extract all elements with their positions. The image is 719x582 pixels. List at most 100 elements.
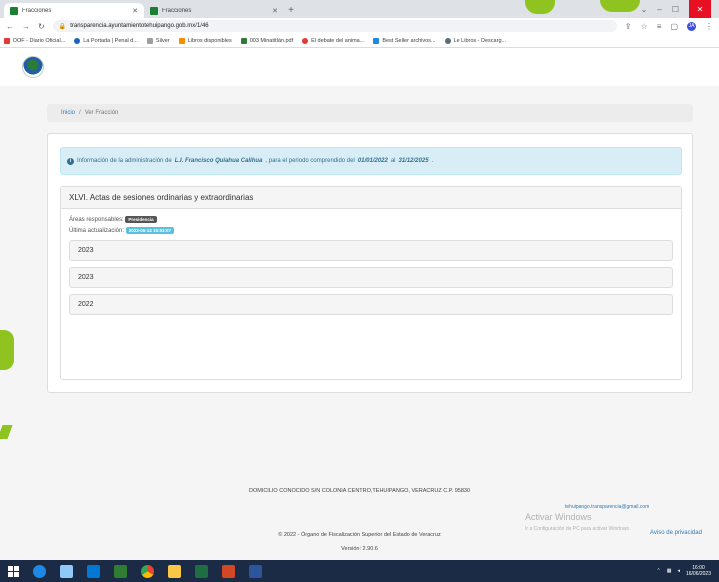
chevron-down-icon[interactable]: ⌄ — [641, 5, 648, 14]
volume-icon[interactable]: ◂ — [677, 568, 680, 574]
year-list: 2023 2023 2022 — [61, 237, 681, 315]
watermark-mark — [600, 0, 640, 12]
info-icon: i — [67, 157, 74, 165]
bookmark-favicon-icon — [146, 37, 153, 44]
bookmark-label: El debate del anima... — [311, 37, 365, 44]
powerpoint-icon[interactable] — [222, 564, 235, 578]
alert-text: , para el periodo comprendido del — [265, 158, 355, 164]
new-tab-button[interactable]: + — [284, 3, 298, 18]
updated-label: Última actualización: — [69, 228, 125, 234]
tray-up-icon[interactable]: ⌃ — [657, 568, 661, 574]
fraction-panel: i Información de la administración de L.… — [47, 133, 693, 393]
activate-windows-title: Activar Windows — [525, 512, 592, 522]
area-badge: Presidencia — [125, 215, 157, 223]
bookmark-favicon-icon — [178, 37, 185, 44]
footer-email-link[interactable]: tehuipango.transparencia@gmail.com — [565, 504, 649, 510]
edge-icon[interactable] — [33, 564, 46, 578]
address-bar[interactable]: 🔒 transparencia.ayuntamientotehuipango.g… — [52, 20, 617, 32]
bookmark-item[interactable]: El debate del anima... — [302, 37, 365, 44]
window-controls: ⌄ – ☐ ✕ — [641, 0, 719, 18]
site-header — [0, 48, 719, 86]
maximize-icon[interactable]: ☐ — [672, 5, 679, 14]
site-favicon-icon — [150, 6, 158, 15]
bookmark-item[interactable]: Le Libros - Descarg... — [444, 37, 507, 44]
profile-avatar[interactable]: JA — [687, 21, 696, 31]
footer-version: Versión: 2.90.6 — [341, 546, 378, 552]
share-icon[interactable]: ⇪ — [625, 22, 632, 31]
windows-taskbar: ⌃ ▦ ◂ 16:00 16/06/2023 — [0, 560, 719, 582]
page-content: Inicio / Ver Fracción i Información de l… — [0, 48, 719, 560]
star-icon[interactable]: ☆ — [641, 22, 648, 31]
tab-title: Fracciones — [162, 7, 192, 14]
areas-label: Áreas responsables: — [69, 217, 124, 223]
close-window-icon[interactable]: ✕ — [689, 0, 711, 18]
file-explorer-icon[interactable] — [168, 564, 181, 578]
clock[interactable]: 16:00 16/06/2023 — [686, 565, 711, 577]
bookmark-favicon-icon — [373, 37, 380, 44]
site-favicon-icon — [10, 6, 18, 15]
breadcrumb-home-link[interactable]: Inicio — [61, 110, 75, 116]
alert-text: al — [390, 158, 396, 164]
system-tray: ⌃ ▦ ◂ 16:00 16/06/2023 — [657, 565, 711, 577]
fraction-title: XLVI. Actas de sesiones ordinarias y ext… — [61, 187, 681, 209]
bookmark-label: La Portada | Penal d... — [83, 37, 138, 44]
reading-list-icon[interactable]: ≡ — [657, 22, 662, 31]
document-icon[interactable] — [60, 564, 73, 578]
sidebar-icon[interactable]: ▢ — [670, 22, 678, 31]
footer-copyright: © 2022 - Órgano de Fiscalización Superio… — [278, 532, 441, 538]
breadcrumb-current: Ver Fracción — [84, 110, 119, 116]
site-footer: DOMICILIO CONOCIDO S/N COLONIA CENTRO,TE… — [0, 468, 719, 560]
bookmark-item[interactable]: 003 Minatitlán.pdf — [240, 37, 294, 44]
bookmark-label: 003 Minatitlán.pdf — [249, 37, 294, 44]
year-item[interactable]: 2023 — [69, 267, 673, 288]
chrome-icon[interactable] — [141, 564, 154, 578]
network-icon[interactable]: ▦ — [667, 568, 672, 574]
year-item[interactable]: 2022 — [69, 294, 673, 315]
bookmark-item[interactable]: Silver — [146, 37, 170, 44]
municipality-logo[interactable] — [22, 56, 44, 78]
fraction-card: XLVI. Actas de sesiones ordinarias y ext… — [60, 186, 682, 380]
lock-icon: 🔒 — [58, 23, 67, 30]
footer-address: DOMICILIO CONOCIDO S/N COLONIA CENTRO,TE… — [248, 488, 471, 494]
close-tab-icon[interactable]: ✕ — [272, 7, 278, 15]
close-tab-icon[interactable]: ✕ — [132, 7, 138, 15]
store-icon[interactable] — [114, 564, 127, 578]
tab-title: Fracciones — [22, 7, 52, 14]
bookmark-label: Best Seller archivos... — [382, 37, 436, 44]
alert-admin-name: L.I. Francisco Quiahua Calihua — [174, 158, 263, 164]
bookmark-item[interactable]: DOF - Diario Oficial... — [4, 37, 65, 44]
breadcrumb: Inicio / Ver Fracción — [47, 104, 693, 122]
breadcrumb-separator: / — [79, 110, 81, 116]
bookmark-item[interactable]: Libros disponibles — [178, 37, 232, 44]
minimize-icon[interactable]: – — [657, 5, 661, 14]
administration-info-alert: i Información de la administración de L.… — [60, 147, 682, 175]
bookmark-item[interactable]: La Portada | Penal d... — [74, 37, 138, 44]
outlook-icon[interactable] — [87, 564, 100, 578]
year-item[interactable]: 2023 — [69, 240, 673, 261]
word-icon[interactable] — [249, 564, 262, 578]
back-arrow-icon[interactable]: ← — [6, 22, 14, 31]
reload-icon[interactable]: ↻ — [38, 22, 45, 31]
watermark-mark — [0, 330, 14, 370]
updated-badge: 2023-05-14 15:53:07 — [125, 226, 174, 234]
windows-start-icon[interactable] — [8, 565, 19, 577]
bookmark-favicon-icon — [444, 37, 451, 44]
alert-start-date: 01/01/2022 — [357, 158, 388, 164]
fraction-meta: Áreas responsables: Presidencia Última a… — [61, 209, 681, 237]
alert-text: . — [431, 158, 434, 164]
browser-toolbar: ← → ↻ 🔒 transparencia.ayuntamientotehuip… — [0, 18, 719, 34]
bookmark-label: Libros disponibles — [187, 37, 232, 44]
alert-text: Información de la administración de — [77, 158, 172, 164]
browser-tab-1[interactable]: Fracciones ✕ — [4, 3, 144, 18]
bookmark-favicon-icon — [240, 37, 247, 44]
forward-arrow-icon[interactable]: → — [22, 22, 30, 31]
browser-tab-2[interactable]: Fracciones ✕ — [144, 3, 284, 18]
url-text: transparencia.ayuntamientotehuipango.gob… — [70, 23, 209, 29]
bookmark-item[interactable]: Best Seller archivos... — [373, 37, 436, 44]
clock-date: 16/06/2023 — [685, 571, 711, 577]
bookmark-favicon-icon — [74, 37, 81, 44]
excel-icon[interactable] — [195, 564, 208, 578]
bookmark-label: Le Libros - Descarg... — [453, 37, 507, 44]
menu-dots-icon[interactable]: ⋮ — [705, 22, 713, 31]
bookmark-label: Silver — [155, 37, 170, 44]
